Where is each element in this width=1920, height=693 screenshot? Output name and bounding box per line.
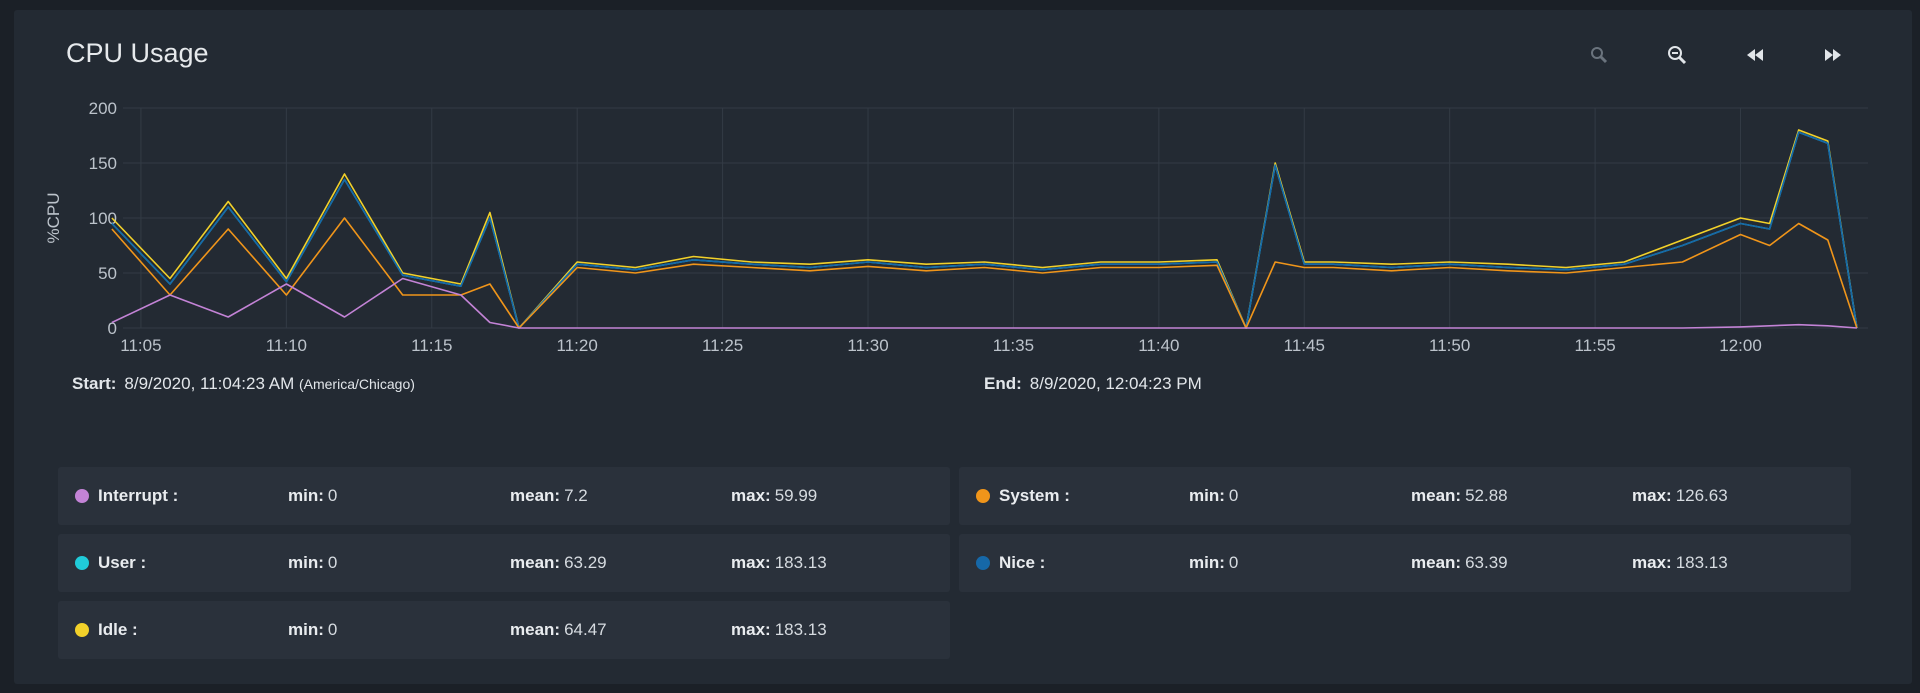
x-tick-label: 11:25 (702, 336, 743, 355)
stat-value: 183.13 (774, 620, 827, 639)
legend-min-stat: min: 0 (288, 486, 337, 506)
stat-label: max: (1632, 553, 1672, 572)
stat-value: 126.63 (1675, 486, 1728, 505)
legend-item-user[interactable]: User : min: 0 mean: 63.29 max: 183.13 (58, 534, 950, 592)
stat-label: max: (731, 620, 771, 639)
legend-swatch (75, 556, 89, 570)
legend-max-stat: max: 183.13 (731, 620, 827, 640)
start-value: 8/9/2020, 11:04:23 AM (124, 374, 295, 393)
x-tick-label: 11:15 (411, 336, 452, 355)
start-range: Start: 8/9/2020, 11:04:23 AM (America/Chi… (72, 374, 415, 394)
legend-item-interrupt[interactable]: Interrupt : min: 0 mean: 7.2 max: 59.99 (58, 467, 950, 525)
legend-series-name: User : (98, 553, 147, 572)
y-axis-label: %CPU (44, 192, 63, 243)
end-range: End: 8/9/2020, 12:04:23 PM (984, 374, 1202, 394)
legend-mean-stat: mean: 52.88 (1411, 486, 1508, 506)
legend-swatch (75, 489, 89, 503)
stat-label: mean: (1411, 553, 1462, 572)
legend-max-stat: max: 183.13 (731, 553, 827, 573)
stat-value: 0 (327, 553, 338, 572)
stat-label: min: (1189, 486, 1225, 505)
x-tick-label: 11:30 (847, 336, 888, 355)
x-tick-label: 11:20 (557, 336, 598, 355)
legend-series-name: System : (999, 486, 1070, 505)
legend-series-name: Idle : (98, 620, 138, 639)
stat-value: 7.2 (564, 486, 588, 505)
legend-swatch (75, 623, 89, 637)
stat-value: 52.88 (1465, 486, 1508, 505)
stat-value: 0 (1228, 553, 1239, 572)
stat-value: 0 (1228, 486, 1239, 505)
x-tick-label: 11:50 (1429, 336, 1470, 355)
x-tick-label: 12:00 (1719, 336, 1762, 355)
y-tick-label: 200 (89, 99, 117, 118)
stat-label: min: (1189, 553, 1225, 572)
legend-swatch (976, 489, 990, 503)
stat-label: max: (731, 486, 771, 505)
y-tick-label: 150 (89, 154, 117, 173)
x-tick-label: 11:40 (1138, 336, 1179, 355)
stat-label: min: (288, 553, 324, 572)
legend-mean-stat: mean: 63.29 (510, 553, 607, 573)
legend-series-name: Interrupt : (98, 486, 179, 505)
stat-label: mean: (510, 486, 561, 505)
stat-label: mean: (510, 553, 561, 572)
stat-value: 64.47 (564, 620, 607, 639)
legend-item-idle[interactable]: Idle : min: 0 mean: 64.47 max: 183.13 (58, 601, 950, 659)
stat-value: 59.99 (774, 486, 818, 505)
stat-label: max: (1632, 486, 1672, 505)
stat-value: 183.13 (774, 553, 827, 572)
stat-label: mean: (1411, 486, 1462, 505)
y-tick-label: 50 (98, 264, 117, 283)
stat-value: 63.39 (1465, 553, 1508, 572)
legend-min-stat: min: 0 (1189, 553, 1238, 573)
legend-mean-stat: mean: 64.47 (510, 620, 607, 640)
x-tick-label: 11:10 (266, 336, 307, 355)
x-tick-label: 11:55 (1574, 336, 1615, 355)
stat-label: min: (288, 486, 324, 505)
end-value: 8/9/2020, 12:04:23 PM (1029, 374, 1202, 393)
stat-value: 0 (327, 620, 338, 639)
stat-label: max: (731, 553, 771, 572)
stat-value: 0 (327, 486, 338, 505)
stat-label: mean: (510, 620, 561, 639)
legend-min-stat: min: 0 (288, 553, 337, 573)
cpu-line-chart[interactable]: 05010015020011:05 11:10 11:15 11:20 11:25 11:… (0, 0, 1920, 370)
legend-max-stat: max: 126.63 (1632, 486, 1728, 506)
end-label: End: (984, 374, 1022, 393)
legend-item-system[interactable]: System : min: 0 mean: 52.88 max: 126.63 (959, 467, 1851, 525)
legend-max-stat: max: 59.99 (731, 486, 817, 506)
legend-min-stat: min: 0 (1189, 486, 1238, 506)
start-timezone: (America/Chicago) (298, 376, 415, 392)
x-tick-label: 11:45 (1284, 336, 1325, 355)
x-tick-label: 11:05 (120, 336, 161, 355)
stat-value: 183.13 (1675, 553, 1728, 572)
legend-swatch (976, 556, 990, 570)
stat-value: 63.29 (564, 553, 607, 572)
legend-item-nice[interactable]: Nice : min: 0 mean: 63.39 max: 183.13 (959, 534, 1851, 592)
start-label: Start: (72, 374, 117, 393)
stat-label: min: (288, 620, 324, 639)
legend-min-stat: min: 0 (288, 620, 337, 640)
legend-series-name: Nice : (999, 553, 1046, 572)
legend-max-stat: max: 183.13 (1632, 553, 1728, 573)
x-tick-label: 11:35 (993, 336, 1034, 355)
legend-mean-stat: mean: 63.39 (1411, 553, 1508, 573)
legend-mean-stat: mean: 7.2 (510, 486, 588, 506)
